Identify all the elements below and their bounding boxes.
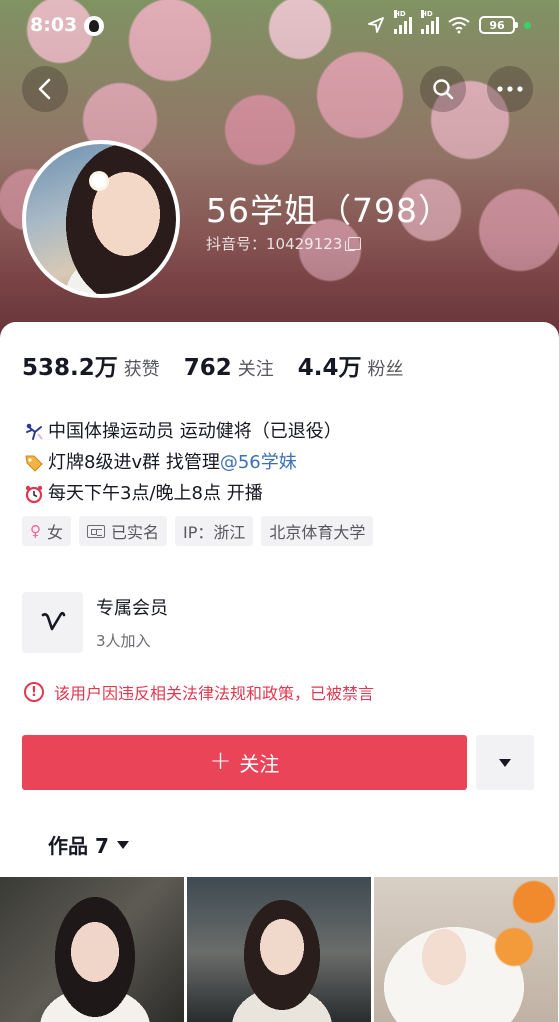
privacy-indicator-dot: [524, 21, 531, 29]
stat-value: 4.4万: [297, 355, 362, 381]
tag-text: 女: [47, 523, 64, 542]
id-card-icon: [87, 524, 106, 538]
stat-value: 538.2万: [22, 355, 118, 381]
hair-flower: [92, 174, 106, 188]
copy-icon[interactable]: [345, 237, 362, 251]
follow-options-dropdown[interactable]: [476, 735, 534, 790]
search-icon: [433, 79, 454, 100]
female-icon: ♀: [30, 522, 41, 540]
mention-link[interactable]: @56学妹: [220, 447, 297, 478]
tab-works[interactable]: 作品 7: [48, 830, 129, 859]
membership-text: 专属会员 3人加入: [96, 594, 168, 651]
stat-label: 获赞: [123, 359, 160, 380]
bio-text: 灯牌8级进v群 找管理: [48, 452, 220, 473]
search-button[interactable]: [420, 66, 466, 112]
bio-text: 每天下午3点/晚上8点 开播: [48, 483, 263, 504]
tag-text: 北京体育大学: [269, 523, 366, 542]
profile-stats: 538.2万 获赞 762 关注 4.4万 粉丝: [22, 348, 428, 382]
plus-icon: +: [209, 746, 232, 776]
caret-down-icon: [499, 758, 511, 767]
signal-hd-label: HD: [421, 10, 433, 18]
stat-value: 762: [183, 355, 232, 381]
video-thumbnail[interactable]: [0, 877, 184, 1022]
profile-avatar[interactable]: [22, 140, 180, 298]
caret-down-icon: [116, 840, 129, 849]
profile-tags: ♀ 女 已实名 IP：浙江 北京体育大学: [22, 516, 374, 546]
signal-icon: HD: [421, 10, 439, 34]
bio-line: 灯牌8级进v群 找管理 @56学妹: [22, 447, 342, 478]
more-options-button[interactable]: [487, 66, 533, 112]
bio-line: 每天下午3点/晚上8点 开播: [22, 478, 342, 509]
membership-v-icon: [22, 592, 83, 653]
bio-line: 中国体操运动员 运动健将（已退役）: [22, 416, 342, 447]
tag-school[interactable]: 北京体育大学: [261, 516, 374, 546]
ban-notice: ! 该用户因违反相关法律法规和政策，已被禁言: [24, 680, 374, 704]
douyin-id[interactable]: 抖音号：10429123: [206, 233, 362, 254]
stat-likes[interactable]: 538.2万 获赞: [22, 348, 160, 382]
membership-subtitle: 3人加入: [96, 632, 151, 650]
exclusive-membership-entry[interactable]: 专属会员 3人加入: [22, 592, 168, 653]
profile-bio: 中国体操运动员 运动健将（已退役） 灯牌8级进v群 找管理 @56学妹 每天下午…: [22, 416, 342, 509]
tag-text: 已实名: [111, 523, 160, 542]
more-horizontal-icon: [497, 86, 523, 92]
stat-followers[interactable]: 4.4万 粉丝: [298, 348, 404, 382]
video-thumbnail[interactable]: [374, 877, 558, 1022]
status-indicators: HD HD 96: [367, 10, 531, 34]
qq-notification-icon: [84, 16, 104, 36]
signal-icon: HD: [394, 10, 412, 34]
location-arrow-icon: [368, 17, 384, 33]
profile-name: 56学姐（798）: [206, 191, 452, 230]
ban-notice-text: 该用户因违反相关法律法规和政策，已被禁言: [54, 684, 375, 703]
stat-label: 关注: [237, 359, 274, 380]
stat-following[interactable]: 762 关注: [184, 355, 274, 381]
battery-level: 96: [489, 18, 505, 32]
status-time: 8:03: [30, 14, 78, 36]
warning-icon: !: [24, 682, 44, 702]
chevron-left-icon: [38, 78, 51, 100]
works-grid: [0, 877, 559, 1022]
gymnast-icon: [22, 421, 46, 443]
tag-gender: ♀ 女: [22, 516, 72, 546]
label-tag-icon: [22, 452, 46, 474]
follow-button-label: 关注: [239, 752, 280, 776]
wifi-icon: [448, 17, 470, 34]
douyin-id-text: 抖音号：10429123: [206, 235, 343, 253]
stat-label: 粉丝: [367, 359, 404, 380]
tag-verified: 已实名: [79, 516, 168, 546]
video-thumbnail[interactable]: [187, 877, 371, 1022]
works-tab-label: 作品 7: [48, 834, 109, 858]
signal-hd-label: HD: [394, 10, 406, 18]
membership-title: 专属会员: [96, 598, 168, 619]
battery-icon: 96: [479, 16, 518, 34]
alarm-clock-icon: [22, 483, 46, 505]
bio-text: 中国体操运动员 运动健将（已退役）: [48, 421, 342, 442]
back-button[interactable]: [22, 66, 68, 112]
status-bar: 8:03 HD HD 96: [0, 0, 559, 52]
follow-button[interactable]: + 关注: [22, 735, 467, 790]
tag-text: IP：浙江: [183, 523, 246, 542]
profile-sheet: 538.2万 获赞 762 关注 4.4万 粉丝 中国体操运动员 运动健将（已退…: [0, 322, 559, 1022]
tag-ip-location: IP：浙江: [175, 516, 254, 546]
